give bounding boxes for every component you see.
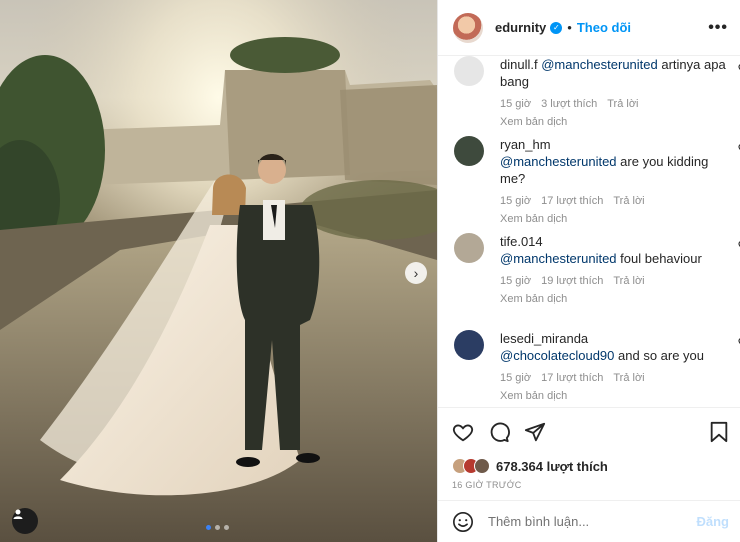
comment-item: lesedi_miranda @chocolatecloud90 and so … xyxy=(454,330,740,402)
comment-meta: 15 giờ 3 lượt thích Trả lời xyxy=(500,98,730,110)
likes-summary[interactable]: 678.364 lượt thích xyxy=(452,458,729,474)
comment-item: tife.014 @manchesterunited foul behaviou… xyxy=(454,233,740,305)
comment-bubble-icon[interactable] xyxy=(488,421,510,443)
emoji-icon[interactable] xyxy=(452,511,474,533)
comment-time: 15 giờ xyxy=(500,372,532,384)
comment-username[interactable]: tife.014 xyxy=(500,234,543,249)
comment-mention[interactable]: @manchesterunited xyxy=(541,57,658,72)
verified-badge-icon: ✓ xyxy=(550,21,563,34)
comment-reply-button[interactable]: Trả lời xyxy=(613,372,644,384)
carousel-dot-active xyxy=(206,525,211,530)
comment-reply-button[interactable]: Trả lời xyxy=(607,98,638,110)
post-side-panel: edurnity ✓ • Theo dõi ••• dinull.f @manc… xyxy=(437,0,740,542)
like-heart-icon[interactable] xyxy=(452,421,474,443)
comment-body: foul behaviour xyxy=(620,251,702,266)
post-photo[interactable]: › xyxy=(0,0,437,542)
comment-body: and so are you xyxy=(618,348,705,363)
comment-text: ryan_hm @manchesterunited are you kiddin… xyxy=(500,136,730,187)
likes-count[interactable]: 678.364 lượt thích xyxy=(496,459,608,474)
carousel-indicator xyxy=(206,525,229,530)
post-header: edurnity ✓ • Theo dõi ••• xyxy=(438,0,740,56)
carousel-dot xyxy=(215,525,220,530)
post-actions: 678.364 lượt thích 16 GIỜ TRƯỚC xyxy=(438,407,740,490)
comment-mention[interactable]: @manchesterunited xyxy=(500,251,617,266)
see-translation-button[interactable]: Xem bản dịch xyxy=(500,213,730,225)
see-translation-button[interactable]: Xem bản dịch xyxy=(500,116,730,128)
comment-avatar[interactable] xyxy=(454,233,484,263)
comments-list[interactable]: dinull.f @manchesterunited artinya apa b… xyxy=(438,56,740,406)
see-translation-button[interactable]: Xem bản dịch xyxy=(500,293,730,305)
comment-text: tife.014 @manchesterunited foul behaviou… xyxy=(500,233,730,267)
comment-time: 15 giờ xyxy=(500,98,532,110)
comment-likes[interactable]: 3 lượt thích xyxy=(541,98,597,110)
comment-item: dinull.f @manchesterunited artinya apa b… xyxy=(454,56,740,128)
share-send-icon[interactable] xyxy=(524,421,546,443)
comment-avatar[interactable] xyxy=(454,136,484,166)
comment-reply-button[interactable]: Trả lời xyxy=(613,275,644,287)
more-icon[interactable]: ••• xyxy=(708,19,728,37)
carousel-dot xyxy=(224,525,229,530)
see-translation-button[interactable]: Xem bản dịch xyxy=(500,390,730,402)
header-separator: • xyxy=(567,20,572,35)
comment-time: 15 giờ xyxy=(500,275,532,287)
add-comment-bar: Đăng xyxy=(438,500,740,542)
comment-username[interactable]: dinull.f xyxy=(500,57,538,72)
comment-avatar[interactable] xyxy=(454,330,484,360)
comment-likes[interactable]: 19 lượt thích xyxy=(541,275,603,287)
user-icon xyxy=(13,509,23,519)
comment-text: dinull.f @manchesterunited artinya apa b… xyxy=(500,56,730,90)
carousel-next-button[interactable]: › xyxy=(405,262,427,284)
comment-reply-button[interactable]: Trả lời xyxy=(613,195,644,207)
comment-meta: 15 giờ 19 lượt thích Trả lời xyxy=(500,275,730,287)
wedding-photo xyxy=(0,0,437,542)
comment-avatar[interactable] xyxy=(454,56,484,86)
post-timestamp: 16 GIỜ TRƯỚC xyxy=(452,480,522,490)
tagged-users-button[interactable] xyxy=(12,508,38,534)
comment-likes[interactable]: 17 lượt thích xyxy=(541,372,603,384)
comment-mention[interactable]: @chocolatecloud90 xyxy=(500,348,614,363)
avatar[interactable] xyxy=(453,12,483,43)
comment-input[interactable] xyxy=(488,514,697,529)
comment-meta: 15 giờ 17 lượt thích Trả lời xyxy=(500,372,730,384)
comment-meta: 15 giờ 17 lượt thích Trả lời xyxy=(500,195,730,207)
liker-avatars xyxy=(452,458,490,474)
comment-likes[interactable]: 17 lượt thích xyxy=(541,195,603,207)
comment-mention[interactable]: @manchesterunited xyxy=(500,154,617,169)
comment-time: 15 giờ xyxy=(500,195,532,207)
comment-username[interactable]: ryan_hm xyxy=(500,137,551,152)
follow-button[interactable]: Theo dõi xyxy=(577,20,631,35)
header-username[interactable]: edurnity xyxy=(495,20,546,35)
comment-item: ryan_hm @manchesterunited are you kiddin… xyxy=(454,136,740,225)
action-icons xyxy=(452,420,729,444)
liker-avatar xyxy=(474,458,490,474)
comment-username[interactable]: lesedi_miranda xyxy=(500,331,588,346)
chevron-right-icon: › xyxy=(413,265,419,281)
bookmark-save-icon[interactable] xyxy=(709,421,729,443)
comment-text: lesedi_miranda @chocolatecloud90 and so … xyxy=(500,330,730,364)
post-comment-button[interactable]: Đăng xyxy=(697,514,730,529)
